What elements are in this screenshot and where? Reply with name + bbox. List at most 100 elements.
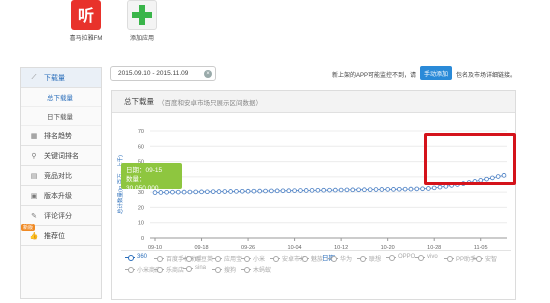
y-tick-label: 20 [138,205,144,211]
sidebar-item-keywords[interactable]: ⚲ 关键词排名 [21,146,101,166]
legend-item[interactable]: 搜狗 [212,265,236,274]
sidebar-item-rank[interactable]: ▦ 排名趋势 [21,126,101,146]
data-point [257,188,263,194]
data-point [216,189,222,194]
legend-label: 豌豆荚 [195,257,214,263]
legend-marker-icon [473,256,483,262]
legend-label: OPPO [398,254,416,260]
data-point [280,188,286,194]
legend-marker-icon [386,254,396,261]
data-point [362,187,367,192]
data-point [181,189,187,195]
data-point [344,187,350,193]
sidebar-item-version[interactable]: ▣ 版本升级 [21,186,101,206]
data-point [187,189,193,195]
data-point [303,188,309,193]
legend-marker-icon [241,256,251,262]
legend-label: 应用宝 [224,257,243,263]
data-point [420,186,425,192]
legend-marker-icon [183,256,193,262]
comment-icon: ✎ [31,212,37,220]
legend-marker-icon [212,256,222,262]
legend-item[interactable]: 360 [125,254,147,261]
data-point [205,189,210,195]
manual-add-button[interactable]: 手动添加 [420,66,452,80]
chart-tooltip: 日期：09-15 数量：30,050,000 [121,163,182,192]
data-point [338,187,344,193]
sidebar-item-compare[interactable]: ▤ 竞品对比 [21,166,101,186]
data-point [239,189,245,194]
data-point [379,187,385,192]
app-tile-ximalaya[interactable]: 听 喜马拉雅FM [62,0,110,48]
data-point [327,187,332,193]
date-range-input[interactable]: 2015.09.10 - 2015.11.09 × [110,66,216,81]
sidebar-item-label: 关键词排名 [44,152,79,160]
notice-suffix: 包名及市场详细链接。 [456,73,517,79]
legend-marker-icon [125,267,135,273]
data-point [193,189,199,195]
sidebar-item-label: 下载量 [44,74,65,82]
legend-item[interactable]: sina [183,265,206,272]
legend-label: 华为 [340,257,353,263]
legend-item[interactable]: 华为 [328,254,352,263]
sidebar: ⟋ 下载量 总下载量 日下载量 ▦ 排名趋势 ⚲ 关键词排名 ▤ 竞品对比 ▣ … [20,67,102,299]
data-point [309,188,315,193]
legend-label: 乐商店 [166,268,185,274]
legend-item[interactable]: 木蚂蚁 [241,265,271,274]
clear-icon[interactable]: × [204,70,212,78]
plus-icon [127,0,157,30]
sidebar-item-recommend[interactable]: 新版 👍 推荐位 [21,224,101,246]
data-point [391,187,396,192]
data-point [443,184,449,189]
ximalaya-fm-icon: 听 [71,0,101,30]
data-point [199,189,204,195]
sidebar-item-downloads[interactable]: ⟋ 下载量 [21,68,101,88]
legend-item[interactable]: 应用宝 [212,254,242,263]
sidebar-item-comments[interactable]: ✎ 评论评分 [21,206,101,226]
data-point [321,187,326,193]
legend-item[interactable]: OPPO [386,254,416,261]
data-point [292,188,297,193]
legend-item[interactable]: 小米 [241,254,265,263]
app-tile-add[interactable]: 添加应用 [118,0,166,48]
legend-marker-icon [415,254,425,261]
tooltip-value: 数量：30,050,000 [126,176,159,192]
legend-label: vivo [427,254,438,260]
sidebar-sub-total[interactable]: 总下载量 [21,88,101,107]
chart-legend: 360 百度手机助手 豌豆荚 应用宝 小米 安卓市场 魅族 华为 联想 OPPO vivo PP助手安… [121,250,511,300]
grid-icon: ▦ [30,132,38,140]
y-tick-label: 10 [138,221,144,227]
legend-marker-icon [328,256,338,262]
legend-label: 魅族 [311,257,324,263]
sidebar-item-label: 排名趋势 [44,132,72,140]
legend-item[interactable]: 联想 [357,254,381,263]
y-tick-label: 70 [138,129,144,135]
app-switcher: 听 喜马拉雅FM 添加应用 [62,0,166,50]
data-point [234,189,239,194]
y-tick-label: 0 [141,236,144,242]
legend-marker-icon [444,256,454,262]
data-point [431,185,437,191]
legend-item[interactable]: 安智 [473,254,497,263]
legend-marker-icon [154,256,164,262]
search-icon: ⚲ [31,152,37,160]
app-label: 添加应用 [129,36,154,42]
legend-item[interactable]: 乐商店 [154,265,184,274]
sidebar-item-label: 版本升级 [44,192,72,200]
legend-item[interactable]: 魅族 [299,254,323,263]
data-point [315,188,321,193]
legend-item[interactable]: PP助手 [444,254,476,263]
legend-marker-icon [357,256,367,262]
y-tick-label: 60 [138,144,144,150]
data-point [408,186,414,192]
legend-item[interactable]: 豌豆荚 [183,254,213,263]
legend-marker-icon [241,267,251,273]
legend-label: 小米 [253,257,266,263]
legend-item[interactable]: vivo [415,254,438,261]
legend-label: 搜狗 [224,268,237,274]
data-point [251,188,257,194]
chart-icon: ⟋ [31,73,37,81]
panel-header: 总下载量 （百度和安卓市场只展示区间数据） [112,91,515,113]
thumb-icon: 👍 [29,232,39,240]
sidebar-sub-daily[interactable]: 日下载量 [21,107,101,126]
